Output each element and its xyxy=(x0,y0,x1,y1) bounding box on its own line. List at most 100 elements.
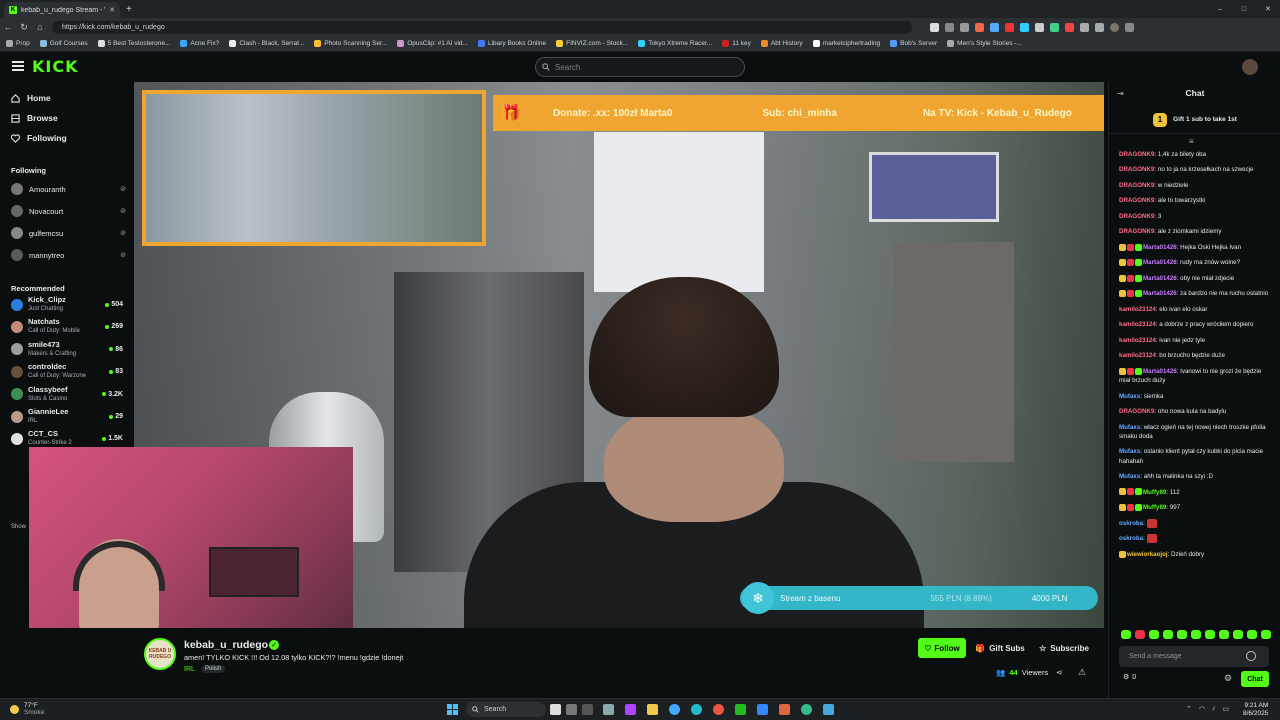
sidebar-item-following[interactable]: Following xyxy=(11,133,67,143)
chat-username[interactable]: Mufaxs xyxy=(1119,448,1140,455)
following-item[interactable]: mannytreo ⊘ xyxy=(11,249,126,261)
emote-icon[interactable] xyxy=(1219,630,1229,639)
emoji-picker-icon[interactable] xyxy=(1246,651,1256,661)
emote-icon[interactable] xyxy=(1247,630,1257,639)
chat-username[interactable]: DRAGONK9 xyxy=(1119,182,1154,189)
extension-icon[interactable] xyxy=(990,22,999,32)
close-tab-icon[interactable]: ✕ xyxy=(109,6,115,14)
file-explorer-icon[interactable] xyxy=(647,704,658,715)
channel-points[interactable]: ⚙ 0 xyxy=(1123,673,1136,682)
search-input[interactable]: Search xyxy=(535,57,745,77)
new-tab-button[interactable]: + xyxy=(126,4,132,15)
recommended-item[interactable]: controldec Call of Duty: Warzone 83 xyxy=(11,363,123,380)
extension-icon[interactable] xyxy=(945,22,954,32)
following-item[interactable]: Novacourt ⊘ xyxy=(11,205,126,217)
bookmark-item[interactable]: Clash - Black, Serrat... xyxy=(229,40,304,47)
emote-icon[interactable] xyxy=(1177,630,1187,639)
emote-icon[interactable] xyxy=(1163,630,1173,639)
app-icon[interactable] xyxy=(801,704,812,715)
filter-icon[interactable]: ≡ xyxy=(1189,137,1194,146)
clock[interactable]: 9:21 AM 8/6/2025 xyxy=(1243,702,1268,717)
weather-widget[interactable]: 77°F Smoke xyxy=(10,702,44,716)
channel-name[interactable]: kebab_u_rudego xyxy=(184,639,268,651)
chat-username[interactable]: Mufaxs xyxy=(1119,473,1140,480)
channel-avatar[interactable]: KEBAB U RUDEGO xyxy=(144,638,176,670)
extension-icon[interactable] xyxy=(1020,22,1029,32)
start-button[interactable] xyxy=(447,704,458,715)
app-icon[interactable] xyxy=(757,704,768,715)
chat-username[interactable]: kamilo23124 xyxy=(1119,352,1156,359)
settings-app-icon[interactable] xyxy=(603,704,614,715)
chat-username[interactable]: Muffy89 xyxy=(1143,504,1166,511)
edge-icon[interactable] xyxy=(691,704,702,715)
collapse-chat-icon[interactable]: ⇥ xyxy=(1117,89,1124,98)
bookmark-item[interactable]: Men's Style Stories -... xyxy=(947,40,1022,47)
bookmark-item[interactable]: Abt History xyxy=(760,40,803,47)
gift-subs-button[interactable]: 🎁 Gift Subs xyxy=(972,638,1028,658)
chat-username[interactable]: Muffy89 xyxy=(1143,489,1166,496)
chat-username[interactable]: Mufaxs xyxy=(1119,393,1140,400)
chat-username[interactable]: Marta01426 xyxy=(1143,259,1177,266)
app-icon[interactable] xyxy=(735,704,746,715)
chat-username[interactable]: kamilo23124 xyxy=(1119,306,1156,313)
bookmark-item[interactable]: 11 key xyxy=(722,40,751,47)
volume-icon[interactable]: ♪ xyxy=(1212,705,1216,713)
sidebar-item-browse[interactable]: Browse xyxy=(11,113,58,123)
bookmark-item[interactable]: marketciphertrading xyxy=(812,40,880,47)
emote-icon[interactable] xyxy=(1121,630,1131,639)
star-icon[interactable] xyxy=(960,22,969,32)
extension-icon[interactable] xyxy=(1080,22,1089,32)
minimize-icon[interactable]: – xyxy=(1208,6,1232,13)
chat-username[interactable]: Marta01426 xyxy=(1143,244,1177,251)
chat-username[interactable]: wiewiorkaojoj xyxy=(1127,551,1168,558)
chat-username[interactable]: DRAGONK9 xyxy=(1119,197,1154,204)
extension-icon[interactable] xyxy=(1065,22,1074,32)
chat-username[interactable]: DRAGONK9 xyxy=(1119,408,1154,415)
extension-icon[interactable] xyxy=(1035,22,1044,32)
app-icon[interactable] xyxy=(582,704,593,715)
browser-tab[interactable]: K kebab_u_rudego Stream - W ✕ xyxy=(4,2,120,18)
chat-username[interactable]: oskroba xyxy=(1119,535,1143,542)
subscribe-button[interactable]: ☆ Subscribe xyxy=(1032,638,1096,658)
chat-username[interactable]: DRAGONK9 xyxy=(1119,151,1154,158)
sidebar-item-home[interactable]: Home xyxy=(11,93,51,103)
recommended-item[interactable]: smile473 Makers & Crafting 86 xyxy=(11,340,123,358)
home-icon[interactable]: ⌂ xyxy=(32,22,48,32)
bookmark-item[interactable]: Photo Scanning Ser... xyxy=(314,40,387,47)
chat-username[interactable]: kamilo23124 xyxy=(1119,321,1156,328)
following-item[interactable]: Amouranth ⊘ xyxy=(11,183,126,195)
back-icon[interactable]: ← xyxy=(0,22,16,32)
reload-icon[interactable]: ↻ xyxy=(16,22,32,33)
chevron-up-icon[interactable]: ⌃ xyxy=(1186,705,1192,713)
bookmark-item[interactable]: Acne Fix? xyxy=(180,40,219,47)
app-icon[interactable] xyxy=(625,704,636,715)
chat-username[interactable]: DRAGONK9 xyxy=(1119,213,1154,220)
share-icon[interactable]: ⋖ xyxy=(1056,668,1063,677)
chat-username[interactable]: Mufaxs xyxy=(1119,424,1140,431)
chat-username[interactable]: oskroba xyxy=(1119,520,1143,527)
recommended-item[interactable]: Kick_Clipz Just Chatting 504 xyxy=(11,296,123,313)
more-icon[interactable] xyxy=(1125,22,1134,32)
recommended-item[interactable]: CCT_CS Counter-Strike 2 1.5K xyxy=(11,430,123,447)
menu-icon[interactable] xyxy=(12,61,24,71)
chat-settings-icon[interactable]: ⚙ xyxy=(1224,673,1232,684)
recommended-item[interactable]: GiannieLee IRL 29 xyxy=(11,408,123,425)
wifi-icon[interactable]: ◠ xyxy=(1199,705,1205,713)
show-more-link[interactable]: Show xyxy=(11,524,26,530)
extension-icon[interactable] xyxy=(930,22,939,32)
extension-icon[interactable] xyxy=(1095,22,1104,32)
task-view-icon[interactable] xyxy=(566,704,577,715)
following-item[interactable]: gulfemcsu ⊘ xyxy=(11,227,126,239)
bookmark-item[interactable]: Prop xyxy=(6,40,30,47)
bookmark-item[interactable]: Libary Books Online xyxy=(477,40,546,47)
chat-username[interactable]: Marta01426 xyxy=(1143,368,1177,375)
bookmark-item[interactable]: Golf Courses xyxy=(39,40,88,47)
chat-username[interactable]: Marta01426 xyxy=(1143,275,1177,282)
app-icon[interactable] xyxy=(669,704,680,715)
battery-icon[interactable]: ▭ xyxy=(1222,705,1229,713)
emote-icon[interactable] xyxy=(1191,630,1201,639)
stream-tag[interactable]: Polish xyxy=(201,665,226,673)
emote-icon[interactable] xyxy=(1149,630,1159,639)
maximize-icon[interactable]: □ xyxy=(1232,6,1256,13)
follow-button[interactable]: ♡ Follow xyxy=(918,638,966,658)
